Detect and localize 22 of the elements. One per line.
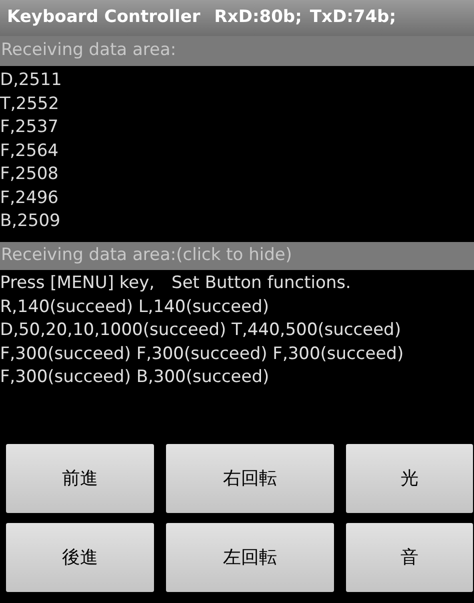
received-line: T,2552 — [0, 92, 60, 116]
command-button[interactable]: 光 — [346, 444, 473, 513]
received-line: F,2508 — [0, 163, 58, 186]
received-line: F,2496 — [0, 186, 58, 210]
command-button[interactable]: 音 — [346, 523, 473, 592]
log-line: R,140(succeed) L,140(succeed) — [0, 296, 269, 318]
command-button[interactable]: 右回転 — [166, 444, 334, 513]
section-header: Receiving data area: — [0, 36, 474, 66]
rxd-counter: RxD:80b; — [214, 6, 302, 30]
log-line: D,50,20,10,1000(succeed) T,440,500(succeed) — [0, 319, 401, 342]
command-button[interactable]: 左回転 — [166, 523, 334, 592]
received-line: D,2511 — [0, 69, 62, 92]
received-line: F,2564 — [0, 140, 58, 162]
log-line: F,300(succeed) F,300(succeed) F,300(succeed) — [0, 342, 404, 366]
log-line: Press [MENU] key, Set Button functions. — [0, 272, 351, 295]
command-button[interactable]: 後進 — [6, 523, 154, 592]
txd-counter: TxD:74b; — [310, 6, 396, 30]
received-line: B,2509 — [0, 210, 60, 233]
window-title: Keyboard Controller — [7, 6, 200, 30]
log-line: F,300(succeed) B,300(succeed) — [0, 366, 270, 389]
received-line: F,2537 — [0, 116, 58, 139]
command-button[interactable]: 前進 — [6, 444, 154, 513]
